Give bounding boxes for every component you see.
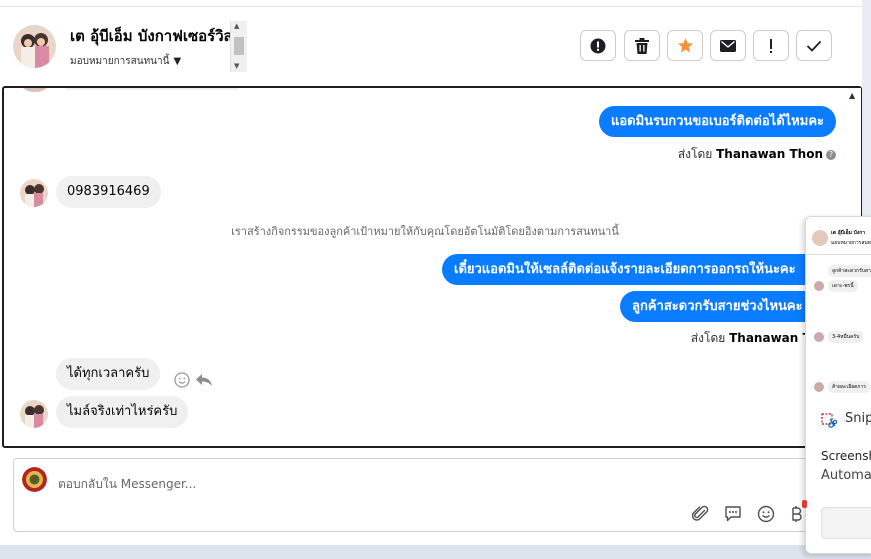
delete-button[interactable] [624, 30, 660, 61]
caret-down-icon: ▼ [173, 56, 182, 67]
thumbnail-sub: มอบหมายการสนทนานี้ [831, 240, 871, 246]
contact-avatar-small[interactable] [20, 179, 48, 207]
mark-unread-button[interactable] [710, 30, 746, 61]
thumbnail-message: ลูกค้าสะดวกรับสายช่ว [828, 265, 871, 277]
top-divider [0, 0, 862, 7]
assign-label: มอบหมายการสนทนานี้ [70, 56, 170, 67]
react-smiley-icon[interactable] [174, 372, 190, 388]
header-scrollbar[interactable]: ▲ ▼ [230, 21, 247, 72]
assign-conversation-dropdown[interactable]: มอบหมายการสนทนานี้ ▼ [70, 54, 181, 69]
check-icon [806, 40, 822, 52]
reply-arrow-icon[interactable] [195, 372, 213, 388]
scroll-up-arrow-icon[interactable]: ▲ [234, 22, 239, 30]
star-button[interactable] [667, 30, 703, 61]
envelope-icon [720, 39, 736, 52]
incoming-message[interactable]: 0983916469 [56, 176, 161, 208]
reply-input[interactable]: ตอบกลับใน Messenger... [58, 475, 196, 494]
message-thread[interactable]: แอดมินรบกวนขอเบอร์ติดต่อได้ไหมคะ ส่งโดย … [2, 86, 862, 448]
page-background [0, 545, 871, 559]
thumbnail-header: เต อุ้บีเอ็ม บังกา มอบหมายการสนทนานี้ [812, 229, 871, 247]
spam-button[interactable] [580, 30, 616, 61]
sent-by-prefix: ส่งโดย [690, 331, 726, 345]
previous-message-edge [64, 88, 240, 90]
thumbnail-avatar [814, 332, 824, 342]
emoji-icon[interactable] [755, 503, 777, 525]
contact-avatar-small[interactable] [20, 400, 48, 428]
thumbnail-message: เดาะ-พรนี้ [828, 280, 858, 292]
exclamation-icon [770, 38, 772, 53]
page-avatar [22, 467, 47, 492]
scroll-down-arrow-icon[interactable]: ▼ [234, 62, 239, 70]
screenshot-thumbnail[interactable]: เต อุ้บีเอ็ม บังกา มอบหมายการสนทนานี้ ลู… [806, 217, 871, 397]
snipping-tool-notification[interactable]: เต อุ้บีเอ็ม บังกา มอบหมายการสนทนานี้ ลู… [805, 216, 871, 554]
done-button[interactable] [796, 30, 832, 61]
scroll-up-arrow-icon[interactable]: ▲ [849, 91, 855, 100]
sent-by-label: ส่งโดย Thanawan Thon? [678, 145, 836, 164]
sent-by-prefix: ส่งโดย [677, 147, 713, 161]
contact-name: เต อุ้บีเอ็ม บังกาฟเซอร์วิส [70, 27, 233, 45]
notification-badge [802, 500, 807, 508]
thumbnail-avatar [814, 382, 824, 392]
notification-heading: Screensh [821, 449, 871, 463]
saved-replies-icon[interactable] [722, 503, 744, 525]
thumbnail-name: เต อุ้บีเอ็ม บังกา [831, 230, 866, 236]
help-icon[interactable]: ? [826, 149, 836, 160]
thumbnail-avatar [814, 281, 824, 291]
system-note: เราสร้างกิจกรรมของลูกค้าเป้าหมายให้กับคุ… [231, 225, 619, 238]
incoming-message[interactable]: ไมล์จริงเท่าไหร่ครับ [56, 396, 189, 428]
notification-action-button[interactable] [821, 507, 871, 539]
incoming-message[interactable]: ได้ทุกเวลาครับ [56, 358, 161, 390]
thumbnail-message: ส้ายละเอียดการ [828, 381, 870, 393]
thumbnail-divider [806, 254, 871, 255]
outgoing-message[interactable]: เดี๋ยวแอดมินให้เซลล์ติดต่อแจ้งรายละเอียด… [442, 254, 860, 285]
sent-by-name: Thanawan Thon [716, 147, 823, 161]
contact-avatar[interactable] [13, 25, 56, 68]
thumbnail-avatar [812, 230, 828, 246]
alert-circle-icon [590, 38, 606, 53]
notification-app-title: Snipp [845, 411, 871, 426]
scroll-thumb[interactable] [234, 37, 244, 55]
thumbnail-message: 3-4หมื่นครับ [828, 331, 864, 343]
snipping-tool-icon [821, 413, 837, 428]
attach-icon[interactable] [690, 503, 712, 525]
notification-body: Automa [821, 468, 871, 483]
trash-icon [635, 37, 649, 54]
star-icon [677, 38, 693, 53]
outgoing-message[interactable]: แอดมินรบกวนขอเบอร์ติดต่อได้ไหมคะ [598, 106, 836, 137]
previous-avatar-edge [22, 88, 48, 92]
important-button[interactable] [753, 30, 789, 61]
